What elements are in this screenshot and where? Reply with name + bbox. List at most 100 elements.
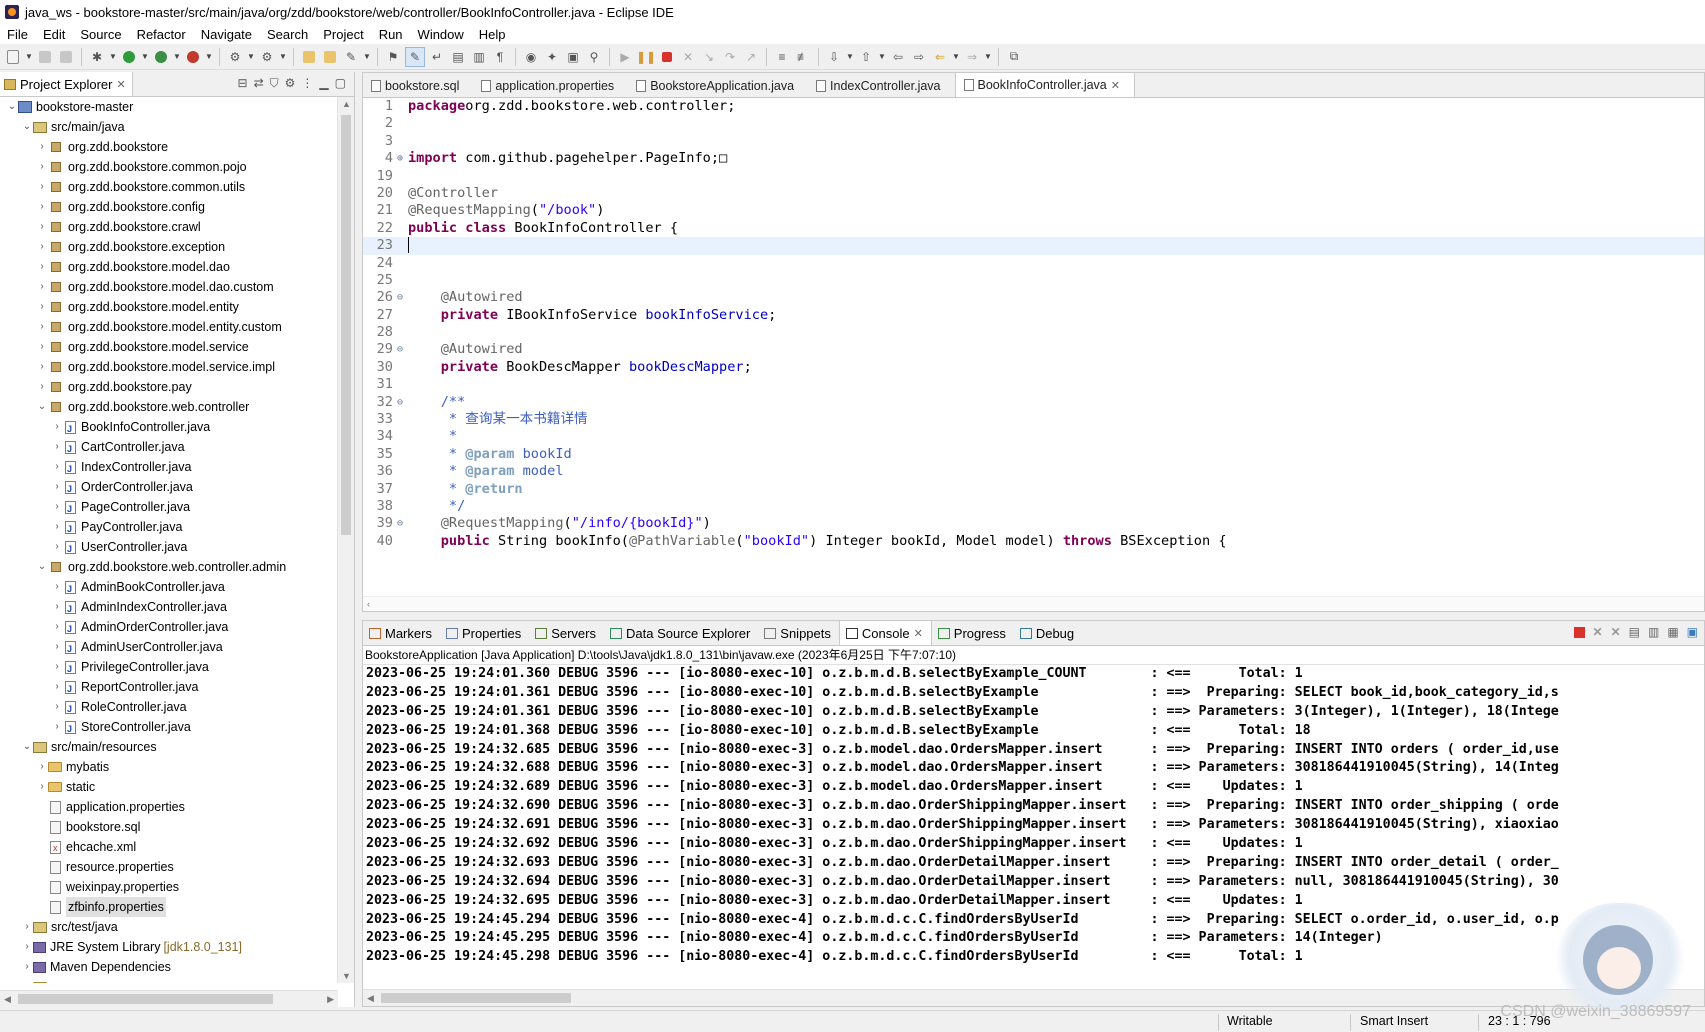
fold-icon[interactable]: ⊖	[397, 394, 408, 411]
chevron-right-icon[interactable]: ›	[51, 477, 63, 497]
tree-item[interactable]: › static	[0, 777, 340, 797]
mark-occurrences-icon[interactable]: ✎	[405, 46, 425, 67]
show-whitespace-icon[interactable]: ▥	[470, 48, 488, 66]
tree-item[interactable]: ⌄ org.zdd.bookstore.web.controller.admin	[0, 557, 340, 577]
tree-item[interactable]: › org.zdd.bookstore.model.service.impl	[0, 357, 340, 377]
chevron-right-icon[interactable]: ›	[36, 777, 48, 797]
tree-item[interactable]: › org.zdd.bookstore.model.dao.custom	[0, 277, 340, 297]
tree-item[interactable]: › org.zdd.bookstore.config	[0, 197, 340, 217]
collapse-all-icon[interactable]: ⊟	[238, 76, 248, 91]
pin-console-icon[interactable]: ▣	[1687, 625, 1698, 639]
tree-item[interactable]: › PageController.java	[0, 497, 340, 519]
debug-icon[interactable]: ✱	[88, 48, 106, 66]
chevron-down-icon[interactable]: ▼	[141, 52, 149, 61]
chevron-right-icon[interactable]: ›	[51, 577, 63, 597]
clear-console-icon[interactable]: ▤	[1629, 625, 1640, 639]
new-icon[interactable]	[4, 48, 22, 66]
chevron-right-icon[interactable]: ›	[21, 957, 33, 977]
horizontal-scrollbar[interactable]: ◀ ▶	[0, 990, 338, 1007]
tab-progress[interactable]: Progress	[932, 621, 1014, 645]
tree-item[interactable]: › AdminUserController.java	[0, 637, 340, 659]
chevron-down-icon[interactable]: ▼	[109, 52, 117, 61]
pin-icon[interactable]: ⚲	[585, 48, 603, 66]
chevron-right-icon[interactable]: ›	[36, 337, 48, 357]
suspend-icon[interactable]: ❚❚	[636, 48, 656, 66]
tab-servers[interactable]: Servers	[529, 621, 604, 645]
tree-item[interactable]: › mybatis	[0, 757, 340, 777]
link-with-editor-icon[interactable]: ⇄	[254, 76, 264, 91]
view-menu-icon[interactable]: ⋮	[301, 76, 313, 91]
chevron-right-icon[interactable]: ›	[51, 537, 63, 557]
code-area[interactable]: 1 packageorg.zdd.bookstore.web.controller…	[363, 98, 1704, 598]
minimize-icon[interactable]: ▁	[319, 76, 328, 91]
menu-refactor[interactable]: Refactor	[130, 27, 194, 42]
chevron-right-icon[interactable]: ›	[21, 917, 33, 937]
chevron-right-icon[interactable]: ›	[36, 177, 48, 197]
search-icon[interactable]: ✎	[342, 48, 360, 66]
tree-item[interactable]: › CartController.java	[0, 437, 340, 459]
tree-item[interactable]: › src/test/java	[0, 917, 340, 937]
chevron-right-icon[interactable]: ›	[36, 357, 48, 377]
chevron-right-icon[interactable]: ›	[36, 377, 48, 397]
tab-data-source-explorer[interactable]: Data Source Explorer	[604, 621, 758, 645]
chevron-right-icon[interactable]: ›	[51, 717, 63, 737]
chevron-down-icon[interactable]: ⌄	[36, 557, 48, 577]
next-edit-icon[interactable]: ⇩	[825, 48, 843, 66]
tab-debug[interactable]: Debug	[1014, 621, 1082, 645]
tree-item[interactable]: zfbinfo.properties	[0, 897, 340, 917]
chevron-right-icon[interactable]: ›	[51, 657, 63, 677]
tree-item[interactable]: › org.zdd.bookstore	[0, 137, 340, 157]
monitor-icon[interactable]: ▣	[564, 48, 582, 66]
chevron-right-icon[interactable]: ›	[51, 437, 63, 457]
tree-item[interactable]: › PrivilegeController.java	[0, 657, 340, 679]
filter-icon[interactable]: ⛉	[270, 76, 279, 91]
tree-item[interactable]: ⌄ bookstore-master	[0, 97, 340, 117]
step-return-icon[interactable]: ↗	[742, 48, 760, 66]
toggle-breadcrumb-icon[interactable]: ⚑	[384, 48, 402, 66]
scroll-lock-icon[interactable]: ▥	[1648, 625, 1659, 639]
vertical-scrollbar[interactable]: ▲ ▼	[337, 97, 354, 983]
ant-icon[interactable]: ✦	[543, 48, 561, 66]
fold-icon[interactable]: ⊖	[397, 515, 408, 532]
scroll-left-icon[interactable]: ◀	[4, 994, 11, 1005]
tree-item[interactable]: › AdminOrderController.java	[0, 617, 340, 639]
editor-tab[interactable]: BookstoreApplication.java	[628, 74, 808, 97]
chevron-right-icon[interactable]: ›	[36, 317, 48, 337]
chevron-right-icon[interactable]: ›	[51, 617, 63, 637]
tree-item[interactable]: › StoreController.java	[0, 717, 340, 739]
terminate-icon[interactable]	[1573, 626, 1585, 638]
tree-item[interactable]: › org.zdd.bookstore.common.pojo	[0, 157, 340, 177]
external-tools-icon[interactable]	[184, 48, 202, 66]
focus-icon[interactable]: ⚙	[285, 76, 296, 91]
word-wrap-icon[interactable]: ▦	[1667, 625, 1678, 639]
chevron-right-icon[interactable]: ›	[51, 697, 63, 717]
new-package-icon[interactable]: ⚙	[258, 48, 276, 66]
chevron-right-icon[interactable]: ›	[51, 677, 63, 697]
tree-item[interactable]: › IndexController.java	[0, 457, 340, 479]
close-icon[interactable]: ✕	[116, 78, 125, 91]
editor-tab[interactable]: application.properties	[473, 74, 628, 97]
fold-icon[interactable]: ⊕	[397, 150, 408, 167]
back-arrow-icon[interactable]: ⇦	[889, 48, 907, 66]
tree-item[interactable]: › org.zdd.bookstore.model.entity	[0, 297, 340, 317]
chevron-right-icon[interactable]: ›	[21, 977, 33, 983]
globe-icon[interactable]: ◉	[522, 48, 540, 66]
tab-console[interactable]: Console ✕	[838, 621, 932, 645]
fold-icon[interactable]: ⊖	[397, 289, 408, 306]
tree-item[interactable]: › src	[0, 977, 340, 983]
menu-file[interactable]: File	[0, 27, 36, 42]
chevron-down-icon[interactable]: ▼	[878, 52, 886, 61]
console-output[interactable]: 2023-06-25 19:24:01.360 DEBUG 3596 --- […	[363, 665, 1704, 987]
editor-tab[interactable]: IndexController.java	[808, 74, 954, 97]
chevron-right-icon[interactable]: ›	[36, 217, 48, 237]
chevron-down-icon[interactable]: ▼	[363, 52, 371, 61]
scroll-thumb[interactable]	[341, 115, 351, 535]
open-type-icon[interactable]	[300, 48, 318, 66]
remove-launch-icon[interactable]: ✕	[1593, 625, 1603, 639]
tree-item[interactable]: › org.zdd.bookstore.common.utils	[0, 177, 340, 197]
chevron-right-icon[interactable]: ›	[21, 937, 33, 957]
tree-item[interactable]: › BookInfoController.java	[0, 417, 340, 439]
chevron-down-icon[interactable]: ▼	[205, 52, 213, 61]
scroll-right-icon[interactable]: ▶	[327, 994, 334, 1005]
forward-icon[interactable]: ⇒	[963, 48, 981, 66]
